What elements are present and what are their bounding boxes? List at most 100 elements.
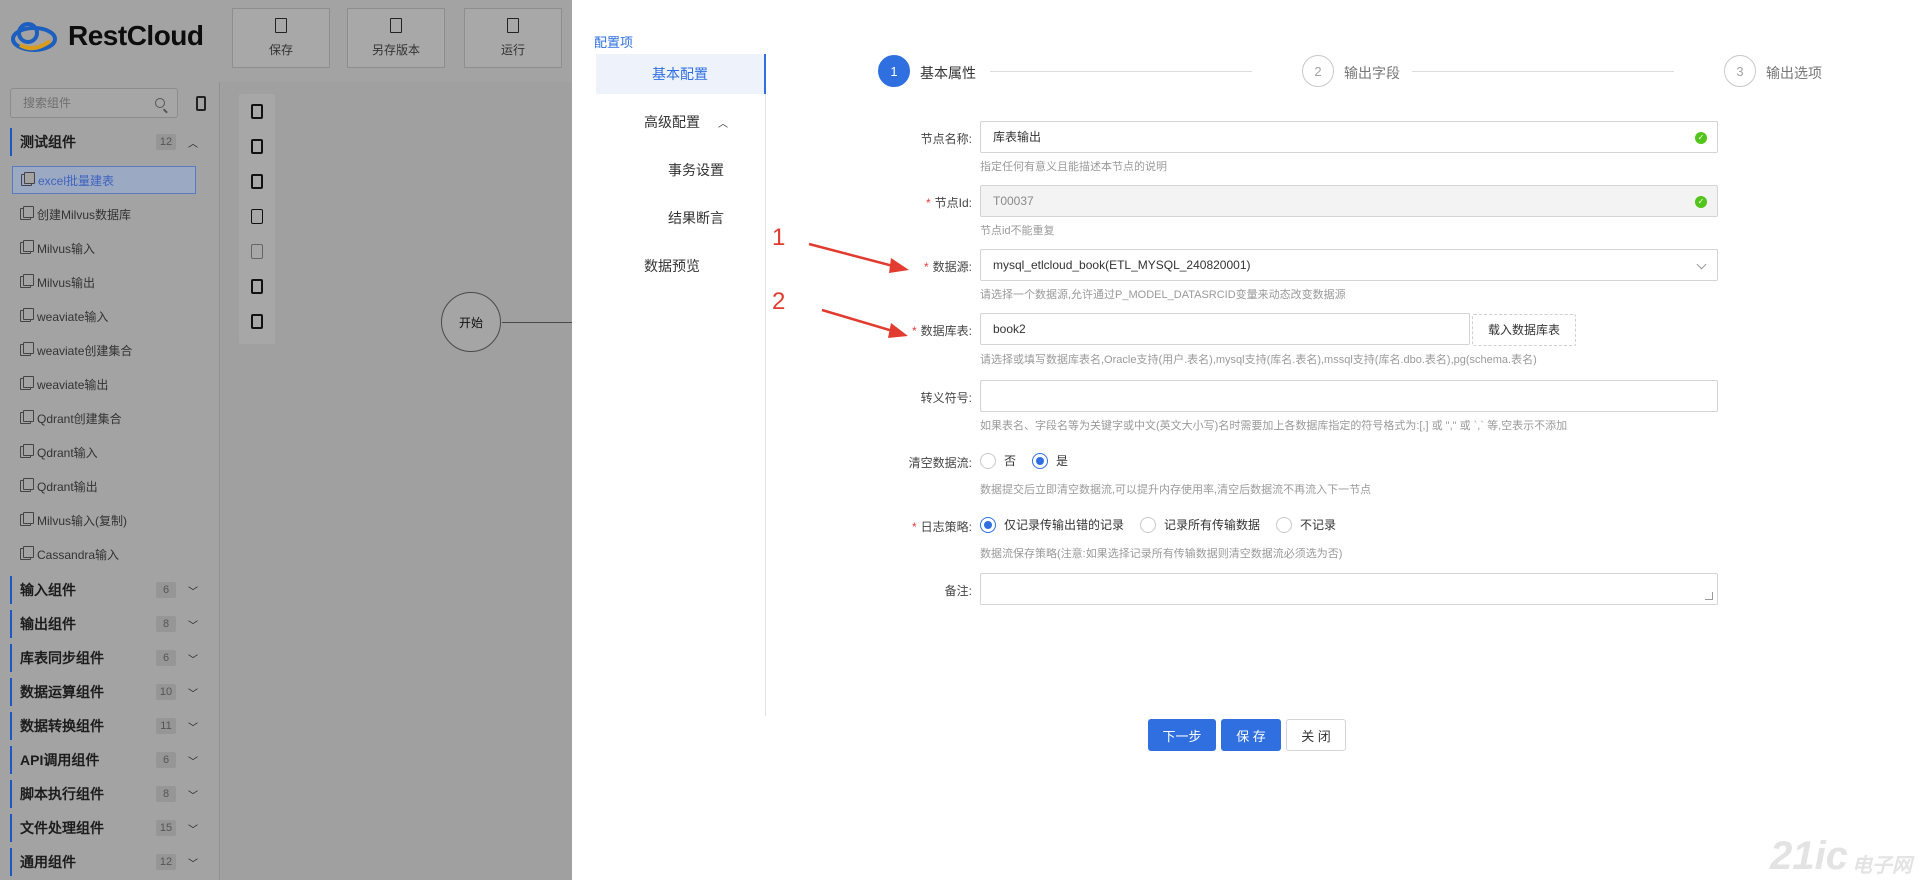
category-output[interactable]: 输出组件 8 ﹀ <box>10 610 202 638</box>
component-item[interactable]: excel批量建表 <box>12 166 196 194</box>
escape-input[interactable] <box>980 380 1718 412</box>
table-input[interactable]: book2 <box>980 313 1470 345</box>
annotation-arrow-2 <box>821 308 908 338</box>
save-toolbar-button[interactable]: 保存 <box>232 8 330 68</box>
resize-handle-icon[interactable] <box>1705 592 1713 600</box>
run-toolbar-button[interactable]: 运行 <box>464 8 562 68</box>
flow-canvas[interactable] <box>221 82 572 880</box>
menu-item-advanced[interactable]: 高级配置 ︿ <box>644 102 764 142</box>
chevron-down-icon: ﹀ <box>188 824 198 836</box>
pointer-tool-icon[interactable] <box>251 104 263 119</box>
radio-label: 仅记录传输出错的记录 <box>1004 518 1125 532</box>
file-copy-icon <box>20 478 34 492</box>
category-file[interactable]: 文件处理组件 15 ﹀ <box>10 814 202 842</box>
annotation-number-2: 2 <box>772 288 786 315</box>
component-item[interactable]: Milvus输出 <box>12 268 196 296</box>
category-label: 数据转换组件 <box>20 718 104 734</box>
category-table-sync[interactable]: 库表同步组件 6 ﹀ <box>10 644 202 672</box>
menu-item-label: 高级配置 <box>644 114 700 130</box>
category-transform[interactable]: 数据转换组件 11 ﹀ <box>10 712 202 740</box>
clear-stream-yes-radio[interactable]: 是 <box>1032 452 1068 469</box>
save-version-icon <box>390 18 402 33</box>
category-label: 脚本执行组件 <box>20 786 104 802</box>
component-item[interactable]: weaviate输出 <box>12 370 196 398</box>
category-test[interactable]: 测试组件 12 ︿ <box>10 128 202 156</box>
menu-item-basic[interactable]: 基本配置 <box>596 54 766 94</box>
step-circle: 1 <box>878 55 910 87</box>
category-script[interactable]: 脚本执行组件 8 ﹀ <box>10 780 202 808</box>
next-step-button[interactable]: 下一步 <box>1148 719 1216 751</box>
log-errors-only-radio[interactable]: 仅记录传输出错的记录 <box>980 516 1124 533</box>
file-copy-icon <box>21 172 35 186</box>
component-item[interactable]: weaviate输入 <box>12 302 196 330</box>
category-count: 8 <box>156 616 176 632</box>
menu-item-preview[interactable]: 数据预览 <box>644 246 700 286</box>
node-name-input[interactable]: 库表输出 ✓ <box>980 121 1718 153</box>
node-name-label: 节点名称: <box>920 132 972 146</box>
component-item[interactable]: Cassandra输入 <box>12 540 196 568</box>
menu-item-transaction[interactable]: 事务设置 <box>668 150 724 190</box>
category-count: 12 <box>156 854 176 870</box>
file-copy-icon <box>20 444 34 458</box>
component-item[interactable]: 创建Milvus数据库 <box>12 200 196 228</box>
component-item[interactable]: Qdrant输出 <box>12 472 196 500</box>
config-menu: 基本配置 高级配置 ︿ 事务设置 结果断言 数据预览 <box>596 54 766 716</box>
file-copy-icon <box>20 342 34 356</box>
component-item[interactable]: Milvus输入(复制) <box>12 506 196 534</box>
log-none-radio[interactable]: 不记录 <box>1276 516 1336 533</box>
fit-tool-icon[interactable] <box>251 244 263 259</box>
component-item-label: Qdrant输入 <box>37 445 98 460</box>
start-node[interactable]: 开始 <box>441 292 501 352</box>
save-version-toolbar-button[interactable]: 另存版本 <box>347 8 445 68</box>
log-policy-label: * 日志策略: <box>911 520 972 534</box>
node-id-value: T00037 <box>993 194 1034 208</box>
search-icon <box>155 98 165 108</box>
component-search-input[interactable]: 搜索组件 <box>10 88 178 118</box>
component-item[interactable]: Qdrant创建集合 <box>12 404 196 432</box>
datasource-select[interactable]: mysql_etlcloud_book(ETL_MYSQL_240820001) <box>980 249 1718 281</box>
component-item-label: Milvus输出 <box>37 275 96 290</box>
file-copy-icon <box>20 410 34 424</box>
save-button[interactable]: 保 存 <box>1221 719 1281 751</box>
chevron-down-icon: ﹀ <box>188 722 198 734</box>
annotation-number-1: 1 <box>772 224 786 251</box>
close-button[interactable]: 关 闭 <box>1286 719 1346 751</box>
component-item-label: weaviate输出 <box>37 377 109 392</box>
category-label: 输出组件 <box>20 616 76 632</box>
component-item[interactable]: Qdrant输入 <box>12 438 196 466</box>
clear-stream-no-radio[interactable]: 否 <box>980 452 1016 469</box>
log-all-radio[interactable]: 记录所有传输数据 <box>1140 516 1260 533</box>
zoom-in-tool-icon[interactable] <box>251 174 263 189</box>
export-tool-icon[interactable] <box>251 314 263 329</box>
component-item[interactable]: Milvus输入 <box>12 234 196 262</box>
save-version-toolbar-label: 另存版本 <box>371 43 420 57</box>
component-item-label: 创建Milvus数据库 <box>37 207 132 222</box>
component-item[interactable]: weaviate创建集合 <box>12 336 196 364</box>
connect-tool-icon[interactable] <box>251 139 263 154</box>
app-logo: RestCloud <box>10 14 204 58</box>
category-compute[interactable]: 数据运算组件 10 ﹀ <box>10 678 202 706</box>
node-id-input[interactable]: T00037 ✓ <box>980 185 1718 217</box>
grid-tool-icon[interactable] <box>251 279 263 294</box>
category-count: 6 <box>156 582 176 598</box>
mobile-icon[interactable] <box>196 96 206 111</box>
zoom-out-tool-icon[interactable] <box>251 209 263 224</box>
remark-textarea[interactable] <box>980 573 1718 605</box>
category-general[interactable]: 通用组件 12 ﹀ <box>10 848 202 876</box>
radio-circle <box>1140 516 1156 533</box>
component-item-label: Milvus输入(复制) <box>37 513 127 528</box>
category-api[interactable]: API调用组件 6 ﹀ <box>10 746 202 774</box>
load-tables-button[interactable]: 载入数据库表 <box>1472 314 1576 346</box>
file-copy-icon <box>20 206 34 220</box>
category-input[interactable]: 输入组件 6 ﹀ <box>10 576 202 604</box>
radio-label: 是 <box>1056 454 1069 468</box>
menu-item-assertion[interactable]: 结果断言 <box>668 198 724 238</box>
table-help: 请选择或填写数据库表名,Oracle支持(用户.表名),mysql支持(库名.表… <box>980 354 1537 366</box>
component-sidebar: 搜索组件 测试组件 12 ︿ excel批量建表 创建Milvus数据库 Mil… <box>0 82 220 880</box>
run-icon <box>507 18 519 33</box>
category-count: 10 <box>156 684 176 700</box>
radio-label: 不记录 <box>1300 518 1337 532</box>
save-toolbar-label: 保存 <box>268 43 293 57</box>
category-label: 文件处理组件 <box>20 820 104 836</box>
component-item-label: Qdrant创建集合 <box>37 411 122 426</box>
